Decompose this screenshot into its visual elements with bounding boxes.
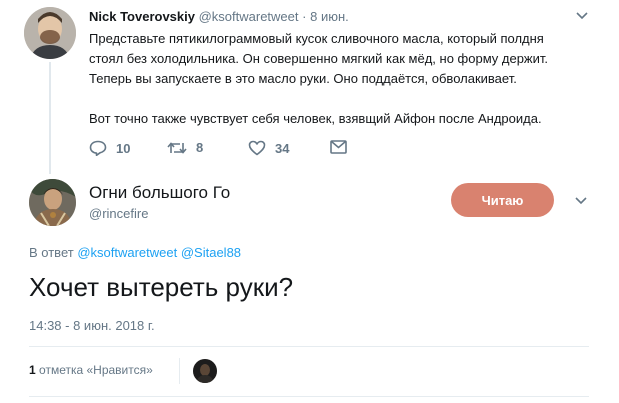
avatar-image bbox=[24, 7, 76, 59]
avatar[interactable] bbox=[29, 179, 76, 226]
like-action[interactable]: 34 bbox=[248, 140, 289, 156]
avatar-image bbox=[29, 179, 76, 226]
reply-tweet-text: Хочет вытереть руки? bbox=[29, 272, 294, 302]
avatar-image bbox=[193, 359, 217, 383]
divider bbox=[29, 346, 589, 347]
reply-to-user-link[interactable]: @Sitael88 bbox=[181, 245, 241, 260]
in-reply-prefix: В ответ bbox=[29, 245, 74, 260]
envelope-icon bbox=[330, 140, 347, 154]
like-count: 34 bbox=[275, 140, 290, 156]
tweet-date[interactable]: 8 июн. bbox=[310, 9, 349, 24]
reply-icon bbox=[89, 140, 107, 156]
thread-connector-line bbox=[49, 62, 51, 174]
reply-author-name[interactable]: Огни большого Го bbox=[89, 183, 230, 203]
avatar[interactable] bbox=[24, 7, 76, 59]
parent-tweet-header: Nick Toverovskiy @ksoftwaretweet · 8 июн… bbox=[89, 9, 349, 24]
liker-avatar[interactable] bbox=[193, 359, 217, 383]
reply-count: 10 bbox=[116, 140, 131, 156]
tweet-text: Представьте пятикилограммовый кусок слив… bbox=[89, 29, 548, 129]
tweet-timestamp[interactable]: 14:38 - 8 июн. 2018 г. bbox=[29, 318, 155, 333]
tweet-text-line: стоял без холодильника. Он совершенно мя… bbox=[89, 51, 549, 66]
reply-to-user-link[interactable]: @ksoftwaretweet bbox=[77, 245, 177, 260]
retweet-icon bbox=[167, 141, 187, 154]
heart-icon bbox=[248, 140, 266, 156]
tweet-text-line: Теперь вы запускаете в это масло руки. О… bbox=[89, 71, 517, 86]
author-handle[interactable]: @ksoftwaretweet bbox=[199, 9, 299, 24]
retweet-count: 8 bbox=[196, 140, 204, 155]
divider bbox=[179, 358, 180, 384]
following-button[interactable]: Читаю bbox=[451, 183, 554, 217]
chevron-down-icon[interactable] bbox=[575, 197, 587, 205]
direct-message-action[interactable] bbox=[330, 140, 347, 154]
header-separator: · bbox=[302, 9, 307, 24]
retweet-action[interactable]: 8 bbox=[167, 140, 203, 155]
chevron-down-icon[interactable] bbox=[576, 12, 588, 20]
likes-summary[interactable]: 1 отметка «Нравится» bbox=[29, 363, 153, 377]
divider bbox=[29, 396, 589, 397]
tweet-text-line: Вот точно также чувствует себя человек, … bbox=[89, 111, 542, 126]
likes-count: 1 bbox=[29, 363, 36, 377]
reply-author-handle[interactable]: @rincefire bbox=[89, 206, 148, 221]
in-reply-to: В ответ @ksoftwaretweet @Sitael88 bbox=[29, 245, 241, 260]
likes-label: отметка «Нравится» bbox=[39, 363, 153, 377]
tweet-text-line: Представьте пятикилограммовый кусок слив… bbox=[89, 31, 544, 46]
author-name[interactable]: Nick Toverovskiy bbox=[89, 9, 195, 24]
reply-action[interactable]: 10 bbox=[89, 140, 130, 156]
